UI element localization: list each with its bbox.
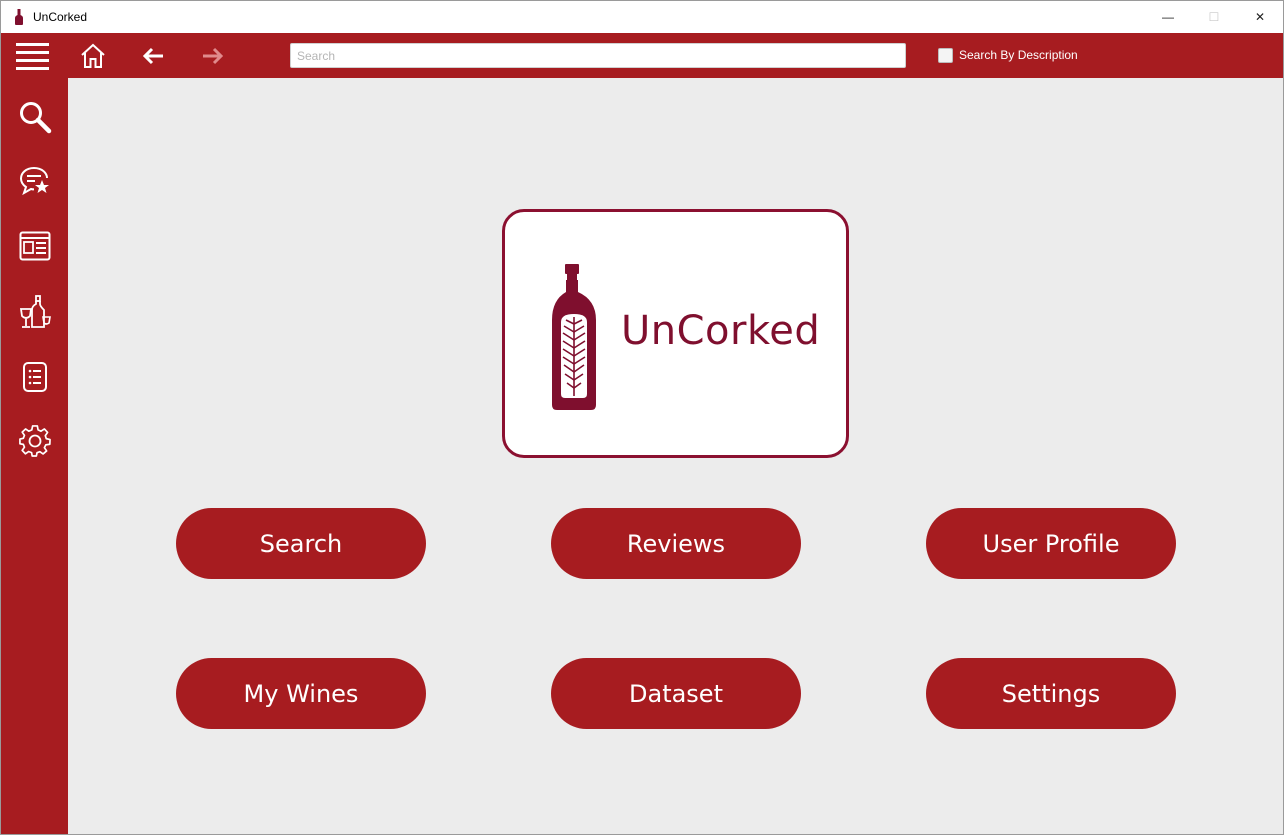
home-button[interactable] [79,42,107,70]
list-document-icon [22,362,47,392]
sidebar-item-user-profile[interactable] [1,219,68,273]
close-button[interactable]: ✕ [1237,1,1283,33]
back-arrow-icon [142,47,163,65]
reviews-button[interactable]: Reviews [551,508,801,579]
sidebar [1,78,68,834]
back-button[interactable] [140,45,166,67]
minimize-button[interactable]: — [1145,1,1191,33]
logo-wordmark: UnCorked [621,308,821,354]
forward-button[interactable] [200,45,226,67]
logo-card: UnCorked [502,209,849,458]
user-profile-button[interactable]: User Profile [926,508,1176,579]
wine-bottle-fern-icon [552,264,596,410]
window-controls: — ☐ ✕ [1145,1,1283,33]
search-input[interactable] [290,43,906,68]
sidebar-item-reviews[interactable] [1,154,68,208]
gear-icon [18,425,51,457]
search-button[interactable]: Search [176,508,426,579]
wine-bottle-glass-icon [19,295,51,328]
search-by-description-label: Search By Description [959,48,1078,62]
app-window: UnCorked — ☐ ✕ Search Search By Descript… [0,0,1284,835]
menu-icon [16,43,49,70]
home-icon [81,43,105,68]
magnifier-icon [19,102,51,134]
menu-button[interactable] [15,41,51,71]
search-by-description-checkbox[interactable] [938,48,953,63]
my-wines-button[interactable]: My Wines [176,658,426,729]
sidebar-item-search[interactable] [1,90,68,144]
maximize-button[interactable]: ☐ [1191,1,1237,33]
sidebar-item-dataset[interactable] [1,350,68,404]
profile-card-icon [19,231,50,261]
title-bar: UnCorked — ☐ ✕ [1,1,1283,33]
top-toolbar: Search By Description [1,33,1283,78]
wine-bottle-app-icon [11,9,27,25]
sidebar-item-settings[interactable] [1,414,68,468]
review-chat-star-icon [19,167,49,196]
forward-arrow-icon [203,47,224,65]
dataset-button[interactable]: Dataset [551,658,801,729]
settings-button[interactable]: Settings [926,658,1176,729]
window-title: UnCorked [33,10,88,24]
sidebar-item-my-wines[interactable] [1,285,68,339]
